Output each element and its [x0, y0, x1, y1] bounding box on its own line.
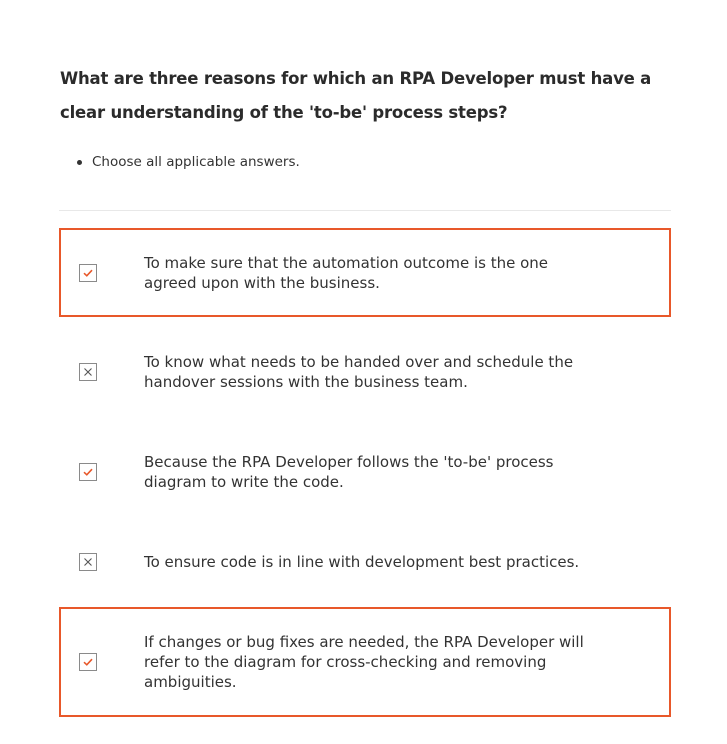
- answer-option-5[interactable]: If changes or bug fixes are needed, the …: [59, 607, 671, 717]
- answer-text: To know what needs to be handed over and…: [144, 352, 574, 391]
- answer-checkbox[interactable]: [79, 263, 97, 282]
- x-icon: [84, 367, 92, 376]
- answer-checkbox[interactable]: [79, 462, 97, 481]
- answer-checkbox[interactable]: [79, 362, 97, 381]
- checkmark-icon: [83, 269, 93, 277]
- divider: [59, 210, 671, 211]
- answer-text: If changes or bug fixes are needed, the …: [144, 633, 584, 691]
- answer-checkbox[interactable]: [79, 553, 97, 571]
- answer-option-4[interactable]: To ensure code is in line with developme…: [59, 527, 671, 597]
- instructions-list: Choose all applicable answers.: [76, 152, 300, 172]
- bullet-icon: [77, 160, 82, 165]
- x-icon: [84, 558, 92, 566]
- question-title: What are three reasons for which an RPA …: [60, 69, 652, 122]
- instruction-text: Choose all applicable answers.: [92, 154, 300, 170]
- answer-text: To ensure code is in line with developme…: [144, 553, 580, 571]
- answer-text: Because the RPA Developer follows the 't…: [144, 452, 554, 491]
- checkmark-icon: [83, 468, 93, 476]
- answer-option-1[interactable]: To make sure that the automation outcome…: [59, 228, 671, 317]
- answer-option-3[interactable]: Because the RPA Developer follows the 't…: [59, 427, 671, 516]
- checkmark-icon: [83, 658, 93, 666]
- instruction-item: Choose all applicable answers.: [76, 152, 300, 172]
- answer-option-2[interactable]: To know what needs to be handed over and…: [59, 327, 671, 416]
- answer-checkbox[interactable]: [79, 653, 97, 671]
- answer-text: To make sure that the automation outcome…: [144, 253, 548, 292]
